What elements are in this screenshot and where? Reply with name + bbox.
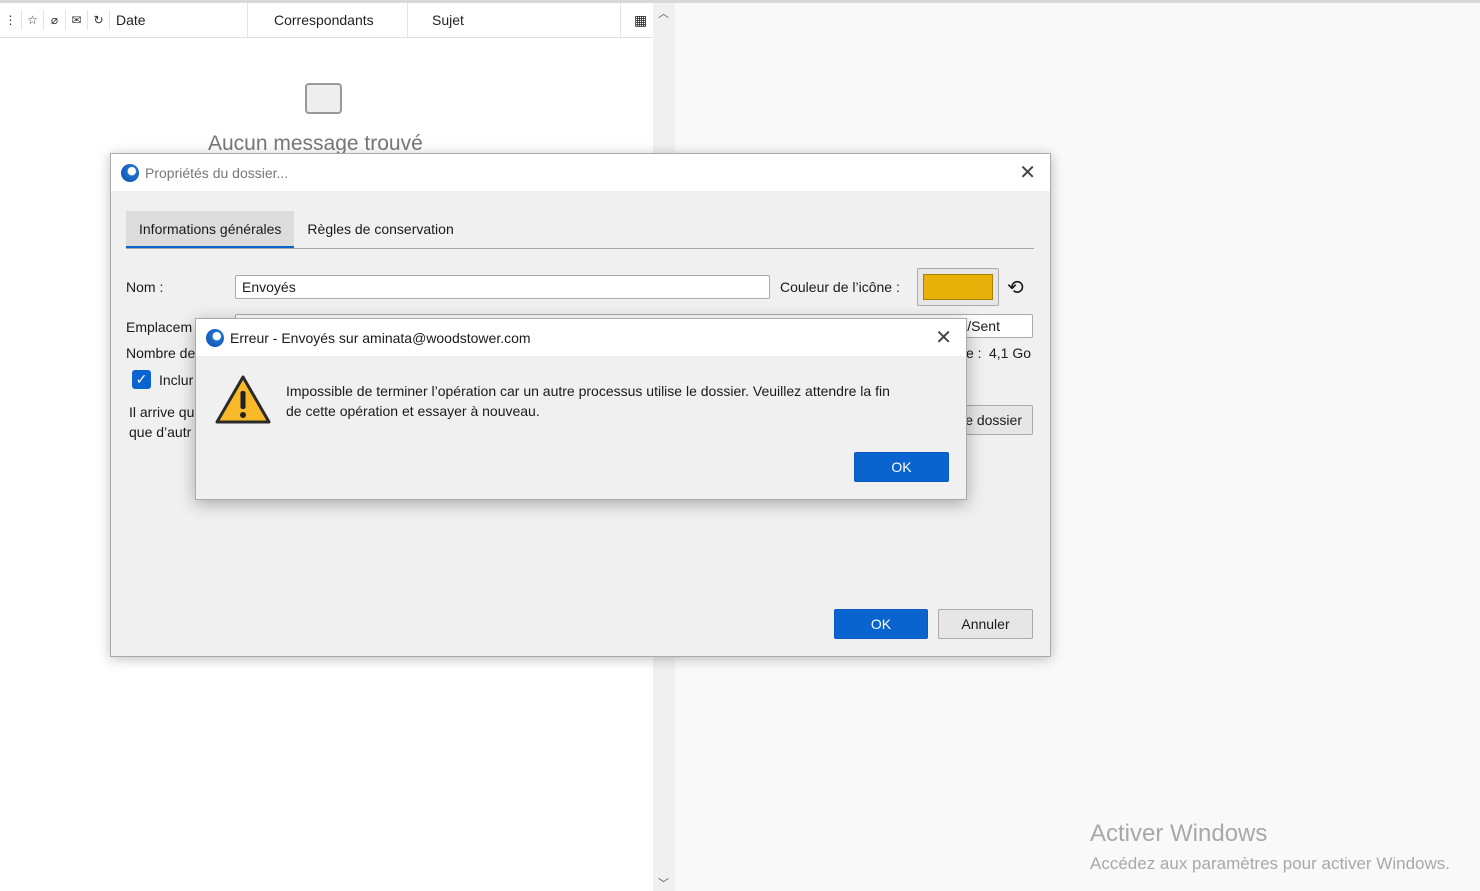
attachment-icon[interactable]: ⌀ [44, 10, 66, 30]
star-icon[interactable]: ☆ [22, 10, 44, 30]
scroll-down-icon[interactable]: ﹀ [658, 875, 669, 891]
message-list-header: ⋮ ☆ ⌀ ✉ ↻ Date Correspondants Sujet ▦ [0, 2, 653, 38]
thunderbird-logo-icon [206, 328, 224, 347]
close-icon[interactable]: ✕ [935, 325, 952, 350]
column-date[interactable]: Date [110, 2, 248, 38]
activation-watermark-subtitle: Accédez aux paramètres pour activer Wind… [1090, 854, 1450, 873]
reset-color-icon[interactable]: ⟲ [1007, 275, 1024, 300]
empty-mail-icon [305, 83, 342, 114]
thunderbird-logo-icon [121, 163, 139, 182]
tab-retention[interactable]: Règles de conservation [294, 211, 466, 248]
activation-watermark-title: Activer Windows [1090, 820, 1268, 847]
error-message-line2: de cette opération et essayer à nouveau. [286, 403, 540, 419]
name-label: Nom : [126, 279, 164, 295]
thread-icon[interactable]: ⋮ [0, 10, 22, 30]
error-ok-button[interactable]: OK [854, 452, 949, 482]
message-count-label: Nombre de [126, 345, 196, 361]
error-title: Erreur - Envoyés sur aminata@woodstower.… [230, 329, 531, 346]
scroll-up-icon[interactable]: ︿ [658, 5, 669, 21]
info-text-line1: Il arrive qu [129, 404, 195, 420]
size-value: 4,1 Go [989, 345, 1032, 361]
include-checkbox[interactable]: ✓ [132, 370, 151, 389]
include-label: Inclur [159, 372, 194, 388]
icon-color-button[interactable] [917, 268, 999, 306]
junk-icon[interactable]: ✉ [66, 10, 88, 30]
column-subject[interactable]: Sujet [408, 2, 621, 38]
warning-icon [215, 375, 271, 424]
size-label: e : [966, 345, 982, 361]
column-picker-icon[interactable]: ▦ [634, 12, 647, 29]
name-input[interactable]: Envoyés [235, 275, 770, 299]
cancel-button[interactable]: Annuler [938, 609, 1033, 639]
location-label: Emplacem [126, 319, 193, 335]
ok-button[interactable]: OK [834, 609, 928, 639]
column-correspondents[interactable]: Correspondants [248, 2, 408, 38]
close-icon[interactable]: ✕ [1019, 160, 1036, 185]
error-dialog: Erreur - Envoyés sur aminata@woodstower.… [195, 318, 967, 500]
dialog-title: Propriétés du dossier... [145, 164, 289, 181]
icon-color-label: Couleur de l’icône : [780, 279, 900, 295]
info-text-line2: que d’autr [129, 424, 192, 440]
read-status-icon[interactable]: ↻ [88, 10, 110, 30]
error-message-line1: Impossible de terminer l’opération car u… [286, 383, 890, 399]
tab-general-info[interactable]: Informations générales [126, 211, 295, 248]
